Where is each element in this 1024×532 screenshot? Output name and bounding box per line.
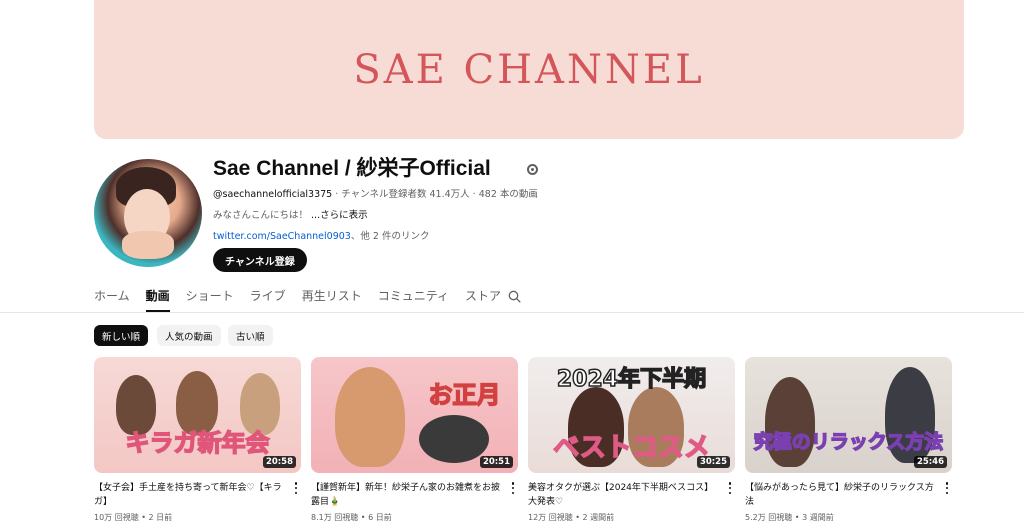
chip-newest[interactable]: 新しい順 xyxy=(94,325,149,346)
video-title[interactable]: 美容オタクが選ぶ【2024年下半期ベスコス】大発表♡ xyxy=(528,481,718,509)
twitter-link[interactable]: twitter.com/SaeChannel0903 xyxy=(213,231,351,242)
channel-name: Sae Channel / 紗栄子Official xyxy=(213,157,491,180)
video-thumbnail[interactable]: キラガ新年会 20:58 xyxy=(94,357,301,473)
verified-icon xyxy=(527,164,538,175)
tab-live[interactable]: ライブ xyxy=(250,282,286,312)
channel-banner: SAE CHANNEL xyxy=(94,0,964,139)
more-links-link[interactable]: 、他 2 件のリンク xyxy=(351,231,430,242)
video-duration: 25:46 xyxy=(913,456,947,468)
description-text: みなさんこんにちは！ xyxy=(213,210,309,221)
video-meta: 12万 回視聴 • 2 週間前 xyxy=(528,513,615,522)
tab-home[interactable]: ホーム xyxy=(94,282,130,312)
video-title[interactable]: 【悩みがあったら見て】紗栄子のリラックス方法 xyxy=(745,481,935,509)
more-options-icon[interactable] xyxy=(291,481,301,495)
tabs-divider xyxy=(0,312,1024,313)
video-card[interactable]: お正月 20:51 【謹賀新年】新年！紗栄子ん家のお雑煮をお披露目🎍 8.1万 … xyxy=(311,357,518,523)
video-duration: 20:58 xyxy=(262,456,296,468)
tab-community[interactable]: コミュニティ xyxy=(378,282,449,312)
video-thumbnail[interactable]: お正月 20:51 xyxy=(311,357,518,473)
channel-stats: · チャンネル登録者数 41.4万人 · 482 本の動画 xyxy=(332,189,538,200)
chip-popular[interactable]: 人気の動画 xyxy=(157,325,221,346)
channel-avatar[interactable] xyxy=(94,159,202,267)
tab-store[interactable]: ストア xyxy=(465,282,501,312)
video-title[interactable]: 【謹賀新年】新年！紗栄子ん家のお雑煮をお披露目🎍 xyxy=(311,481,501,509)
tab-shorts[interactable]: ショート xyxy=(186,282,234,312)
thumbnail-caption: 究極のリラックス方法 xyxy=(753,430,944,454)
more-options-icon[interactable] xyxy=(942,481,952,495)
thumbnail-caption: お正月 xyxy=(428,380,502,410)
video-title[interactable]: 【女子会】手土産を持ち寄って新年会♡【キラガ】 xyxy=(94,481,284,509)
video-meta: 10万 回視聴 • 2 日前 xyxy=(94,513,173,522)
video-thumbnail[interactable]: 2024年下半期 ベストコスメ 30:25 xyxy=(528,357,735,473)
search-icon[interactable] xyxy=(508,290,521,303)
video-meta: 5.2万 回視聴 • 3 週間前 xyxy=(745,513,834,522)
banner-text: SAE CHANNEL xyxy=(353,46,705,93)
subscribe-button[interactable]: チャンネル登録 xyxy=(213,248,307,272)
more-options-icon[interactable] xyxy=(508,481,518,495)
channel-meta: @saechannelofficial3375 · チャンネル登録者数 41.4… xyxy=(213,186,538,200)
tab-playlists[interactable]: 再生リスト xyxy=(302,282,362,312)
channel-handle: @saechannelofficial3375 xyxy=(213,189,333,200)
video-meta: 8.1万 回視聴 • 6 日前 xyxy=(311,513,392,522)
thumbnail-caption: 2024年下半期 xyxy=(556,366,707,393)
video-duration: 30:25 xyxy=(696,456,730,468)
channel-links: twitter.com/SaeChannel0903、他 2 件のリンク xyxy=(213,228,429,242)
video-card[interactable]: キラガ新年会 20:58 【女子会】手土産を持ち寄って新年会♡【キラガ】 10万… xyxy=(94,357,301,523)
video-duration: 20:51 xyxy=(479,456,513,468)
more-options-icon[interactable] xyxy=(725,481,735,495)
show-more-link[interactable]: ...さらに表示 xyxy=(308,210,368,221)
thumbnail-caption: キラガ新年会 xyxy=(125,428,271,458)
video-card[interactable]: 究極のリラックス方法 25:46 【悩みがあったら見て】紗栄子のリラックス方法 … xyxy=(745,357,952,523)
channel-description[interactable]: みなさんこんにちは！ ...さらに表示 xyxy=(213,207,368,221)
channel-tabs: ホーム 動画 ショート ライブ 再生リスト コミュニティ ストア xyxy=(94,282,517,312)
chip-oldest[interactable]: 古い順 xyxy=(228,325,273,346)
tab-videos[interactable]: 動画 xyxy=(145,282,170,312)
video-thumbnail[interactable]: 究極のリラックス方法 25:46 xyxy=(745,357,952,473)
video-card[interactable]: 2024年下半期 ベストコスメ 30:25 美容オタクが選ぶ【2024年下半期ベ… xyxy=(528,357,735,523)
